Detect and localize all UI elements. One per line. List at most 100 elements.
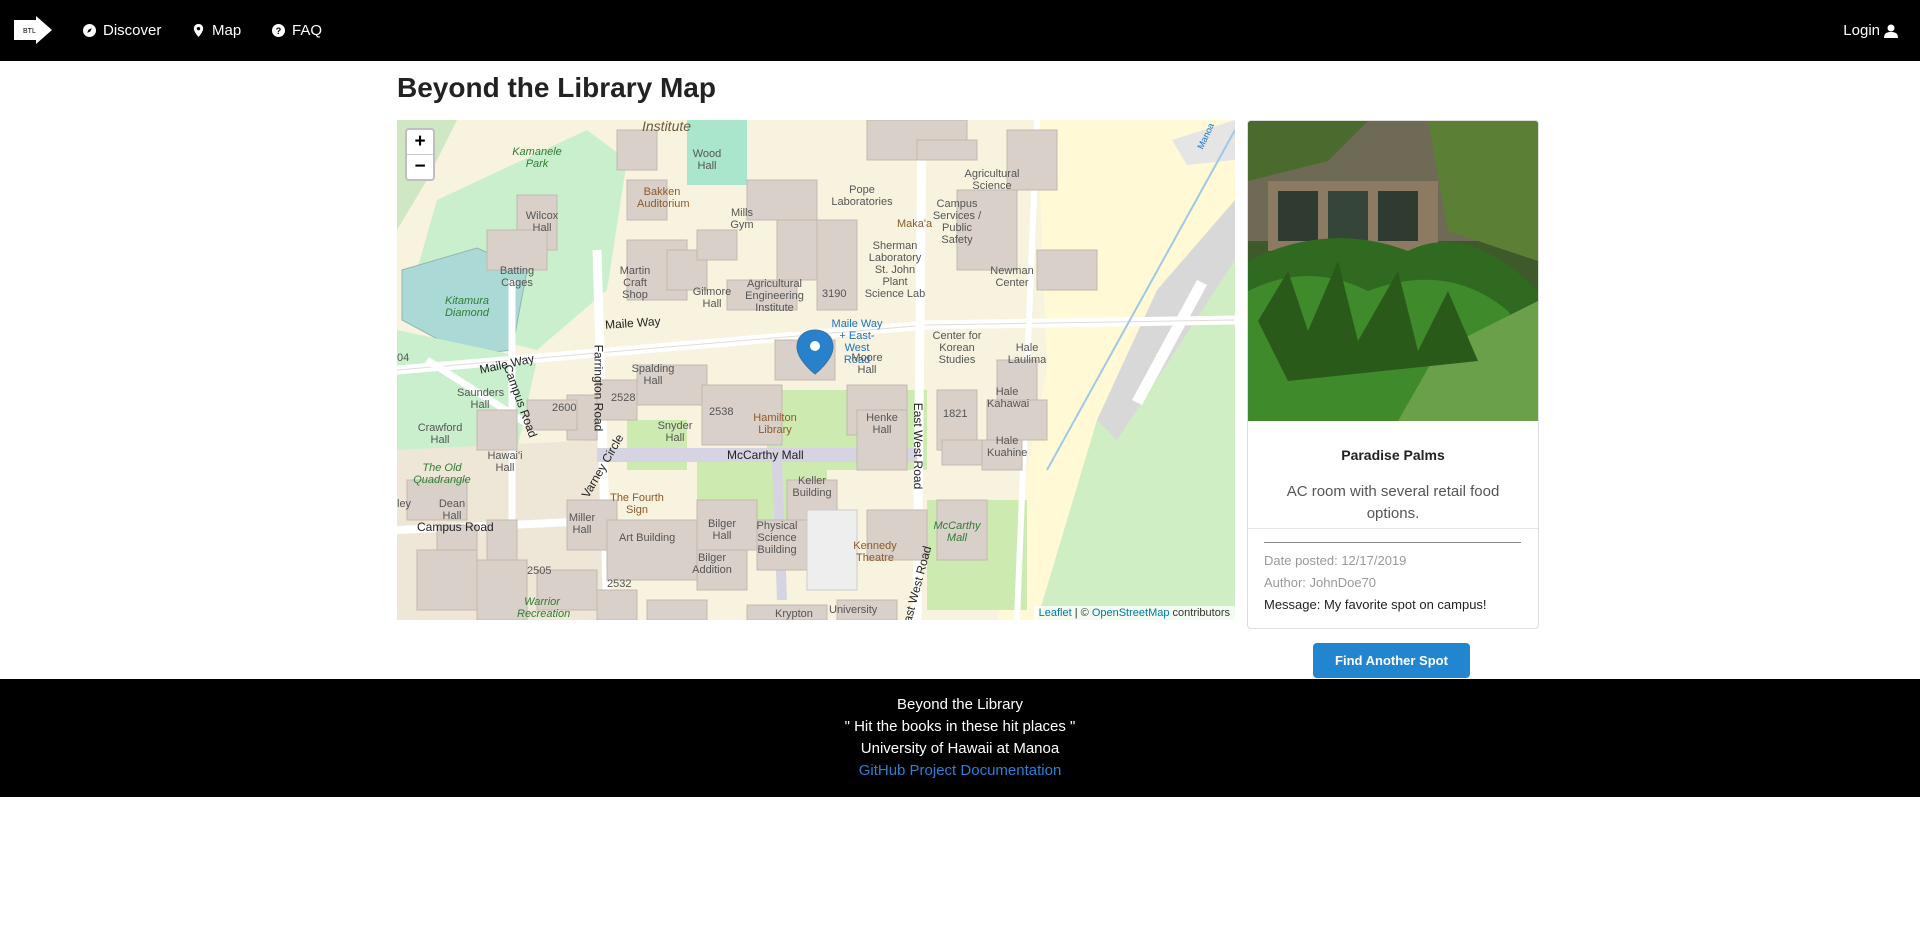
- map-label: Sherman Laboratory St. John Plant Scienc…: [864, 240, 926, 300]
- campus-map[interactable]: Institute Kamanele Park Wood Hall Bakken…: [397, 120, 1235, 620]
- map-label: Newman Center: [990, 265, 1034, 289]
- map-label: Farrington Road: [591, 344, 606, 432]
- nav-map-label: Map: [212, 22, 242, 39]
- map-label: 2505: [527, 565, 552, 577]
- svg-text:?: ?: [276, 26, 282, 36]
- zoom-in-button[interactable]: +: [407, 130, 433, 155]
- spot-date-posted: Date posted: 12/17/2019: [1264, 553, 1407, 568]
- map-label: Mills Gym: [730, 207, 754, 231]
- compass-icon: [83, 24, 96, 37]
- map-label: Hale Kahawai: [987, 386, 1030, 410]
- card-divider: [1248, 528, 1538, 529]
- card-rule: [1264, 542, 1521, 543]
- map-label: 2538: [709, 406, 734, 418]
- attribution-separator: | ©: [1071, 607, 1092, 619]
- map-label: Keller Building: [792, 475, 832, 499]
- map-label: ley: [397, 498, 412, 510]
- map-label: Maile Way: [604, 314, 661, 332]
- map-zoom-control: + −: [405, 128, 435, 181]
- map-label: Center for Korean Studies: [932, 330, 982, 366]
- map-attribution: Leaflet | © OpenStreetMap contributors: [1033, 606, 1235, 620]
- map-label: Physical Science Building: [756, 520, 798, 556]
- map-label: Kamanele Park: [512, 146, 562, 170]
- map-label: Miller Hall: [568, 512, 596, 536]
- attribution-suffix: contributors: [1169, 607, 1230, 619]
- map-label: Hamilton Library: [753, 412, 797, 436]
- map-label: Hale Kuahine: [987, 435, 1028, 459]
- spot-author: Author: JohnDoe70: [1264, 575, 1377, 590]
- nav-faq-label: FAQ: [292, 22, 323, 39]
- map-label: The Old Quadrangle: [413, 462, 471, 486]
- map-label: Bilger Hall: [707, 518, 737, 542]
- map-label: Martin Craft Shop: [619, 265, 651, 301]
- find-another-spot-button[interactable]: Find Another Spot: [1313, 643, 1470, 678]
- map-label: The Fourth Sign: [610, 492, 664, 516]
- map-tiles: [397, 120, 1235, 620]
- spot-message: Message: My favorite spot on campus!: [1264, 597, 1487, 612]
- map-label: Gilmore Hall: [692, 286, 732, 310]
- map-label: Saunders Hall: [457, 387, 505, 411]
- map-marker-icon: [193, 24, 204, 37]
- map-label: Maka'a: [897, 218, 933, 230]
- map-label: 2532: [607, 578, 632, 590]
- map-label: Agricultural Science: [964, 168, 1020, 192]
- map-label: 1821: [943, 408, 968, 420]
- page-title: Beyond the Library Map: [397, 72, 716, 103]
- map-label: 04: [397, 352, 410, 364]
- spot-image: [1248, 121, 1538, 421]
- map-label: Institute: [642, 120, 692, 134]
- nav-discover-label: Discover: [103, 22, 162, 39]
- map-label: Wood Hall: [692, 148, 722, 172]
- footer-tagline: " Hit the books in these hit places ": [844, 718, 1076, 735]
- map-label: Kennedy Theatre: [853, 540, 897, 564]
- footer: Beyond the Library " Hit the books in th…: [0, 679, 1920, 797]
- map-label: Spalding Hall: [631, 363, 675, 387]
- nav-map[interactable]: Map: [192, 0, 241, 61]
- openstreetmap-link[interactable]: OpenStreetMap: [1092, 607, 1170, 619]
- question-circle-icon: ?: [272, 24, 285, 37]
- map-label: McCarthy Mall: [933, 520, 981, 544]
- map-label: Art Building: [619, 532, 676, 544]
- github-docs-link[interactable]: GitHub Project Documentation: [859, 762, 1062, 779]
- nav-discover[interactable]: Discover: [83, 0, 161, 61]
- spot-card: Paradise Palms AC room with several reta…: [1247, 120, 1539, 629]
- map-label: Campus Services / Public Safety: [932, 198, 982, 246]
- map-label: Hawai'i Hall: [487, 450, 523, 474]
- map-label: McCarthy Mall: [727, 448, 804, 462]
- map-label: Pope Laboratories: [831, 184, 893, 208]
- login-label: Login: [1843, 22, 1880, 39]
- brand-logo[interactable]: BTL: [14, 16, 52, 44]
- map-label: 3190: [822, 288, 847, 300]
- footer-title: Beyond the Library: [897, 696, 1023, 713]
- spot-description: AC room with several retail food options…: [1286, 483, 1500, 522]
- login-button[interactable]: Login: [1843, 0, 1898, 61]
- map-label: University: [829, 604, 878, 616]
- map-label: East West Road: [911, 402, 926, 490]
- map-label: Bakken Auditorium: [637, 186, 690, 210]
- map-label: Krypton: [775, 608, 813, 620]
- brand-text: BTL: [23, 28, 36, 35]
- leaflet-link[interactable]: Leaflet: [1039, 607, 1072, 619]
- map-label: Crawford Hall: [417, 422, 463, 446]
- map-label: Agricultural Engineering Institute: [745, 278, 804, 314]
- map-label: Bilger Addition: [692, 552, 732, 576]
- play-logo-icon: BTL: [14, 16, 52, 44]
- nav-faq[interactable]: ? FAQ: [272, 0, 322, 61]
- map-label: Campus Road: [417, 520, 494, 534]
- user-icon: [1884, 24, 1898, 38]
- map-label: Hale Laulima: [1007, 342, 1047, 366]
- map-label: Snyder Hall: [657, 420, 693, 444]
- map-label: Henke Hall: [866, 412, 898, 436]
- map-label: 2528: [611, 392, 636, 404]
- map-label: Warrior Recreation: [517, 596, 571, 620]
- zoom-out-button[interactable]: −: [407, 155, 433, 179]
- footer-university: University of Hawaii at Manoa: [860, 740, 1060, 757]
- top-navbar: BTL Discover Map ? FAQ Login: [0, 0, 1920, 61]
- map-label: Moore Hall: [851, 352, 883, 376]
- map-label: 2600: [552, 402, 577, 414]
- spot-name: Paradise Palms: [1341, 447, 1445, 463]
- map-label: Kitamura Diamond: [444, 295, 490, 319]
- map-label: Batting Cages: [499, 265, 535, 289]
- map-label: Wilcox Hall: [525, 210, 559, 234]
- map-label: Dean Hall: [438, 498, 466, 522]
